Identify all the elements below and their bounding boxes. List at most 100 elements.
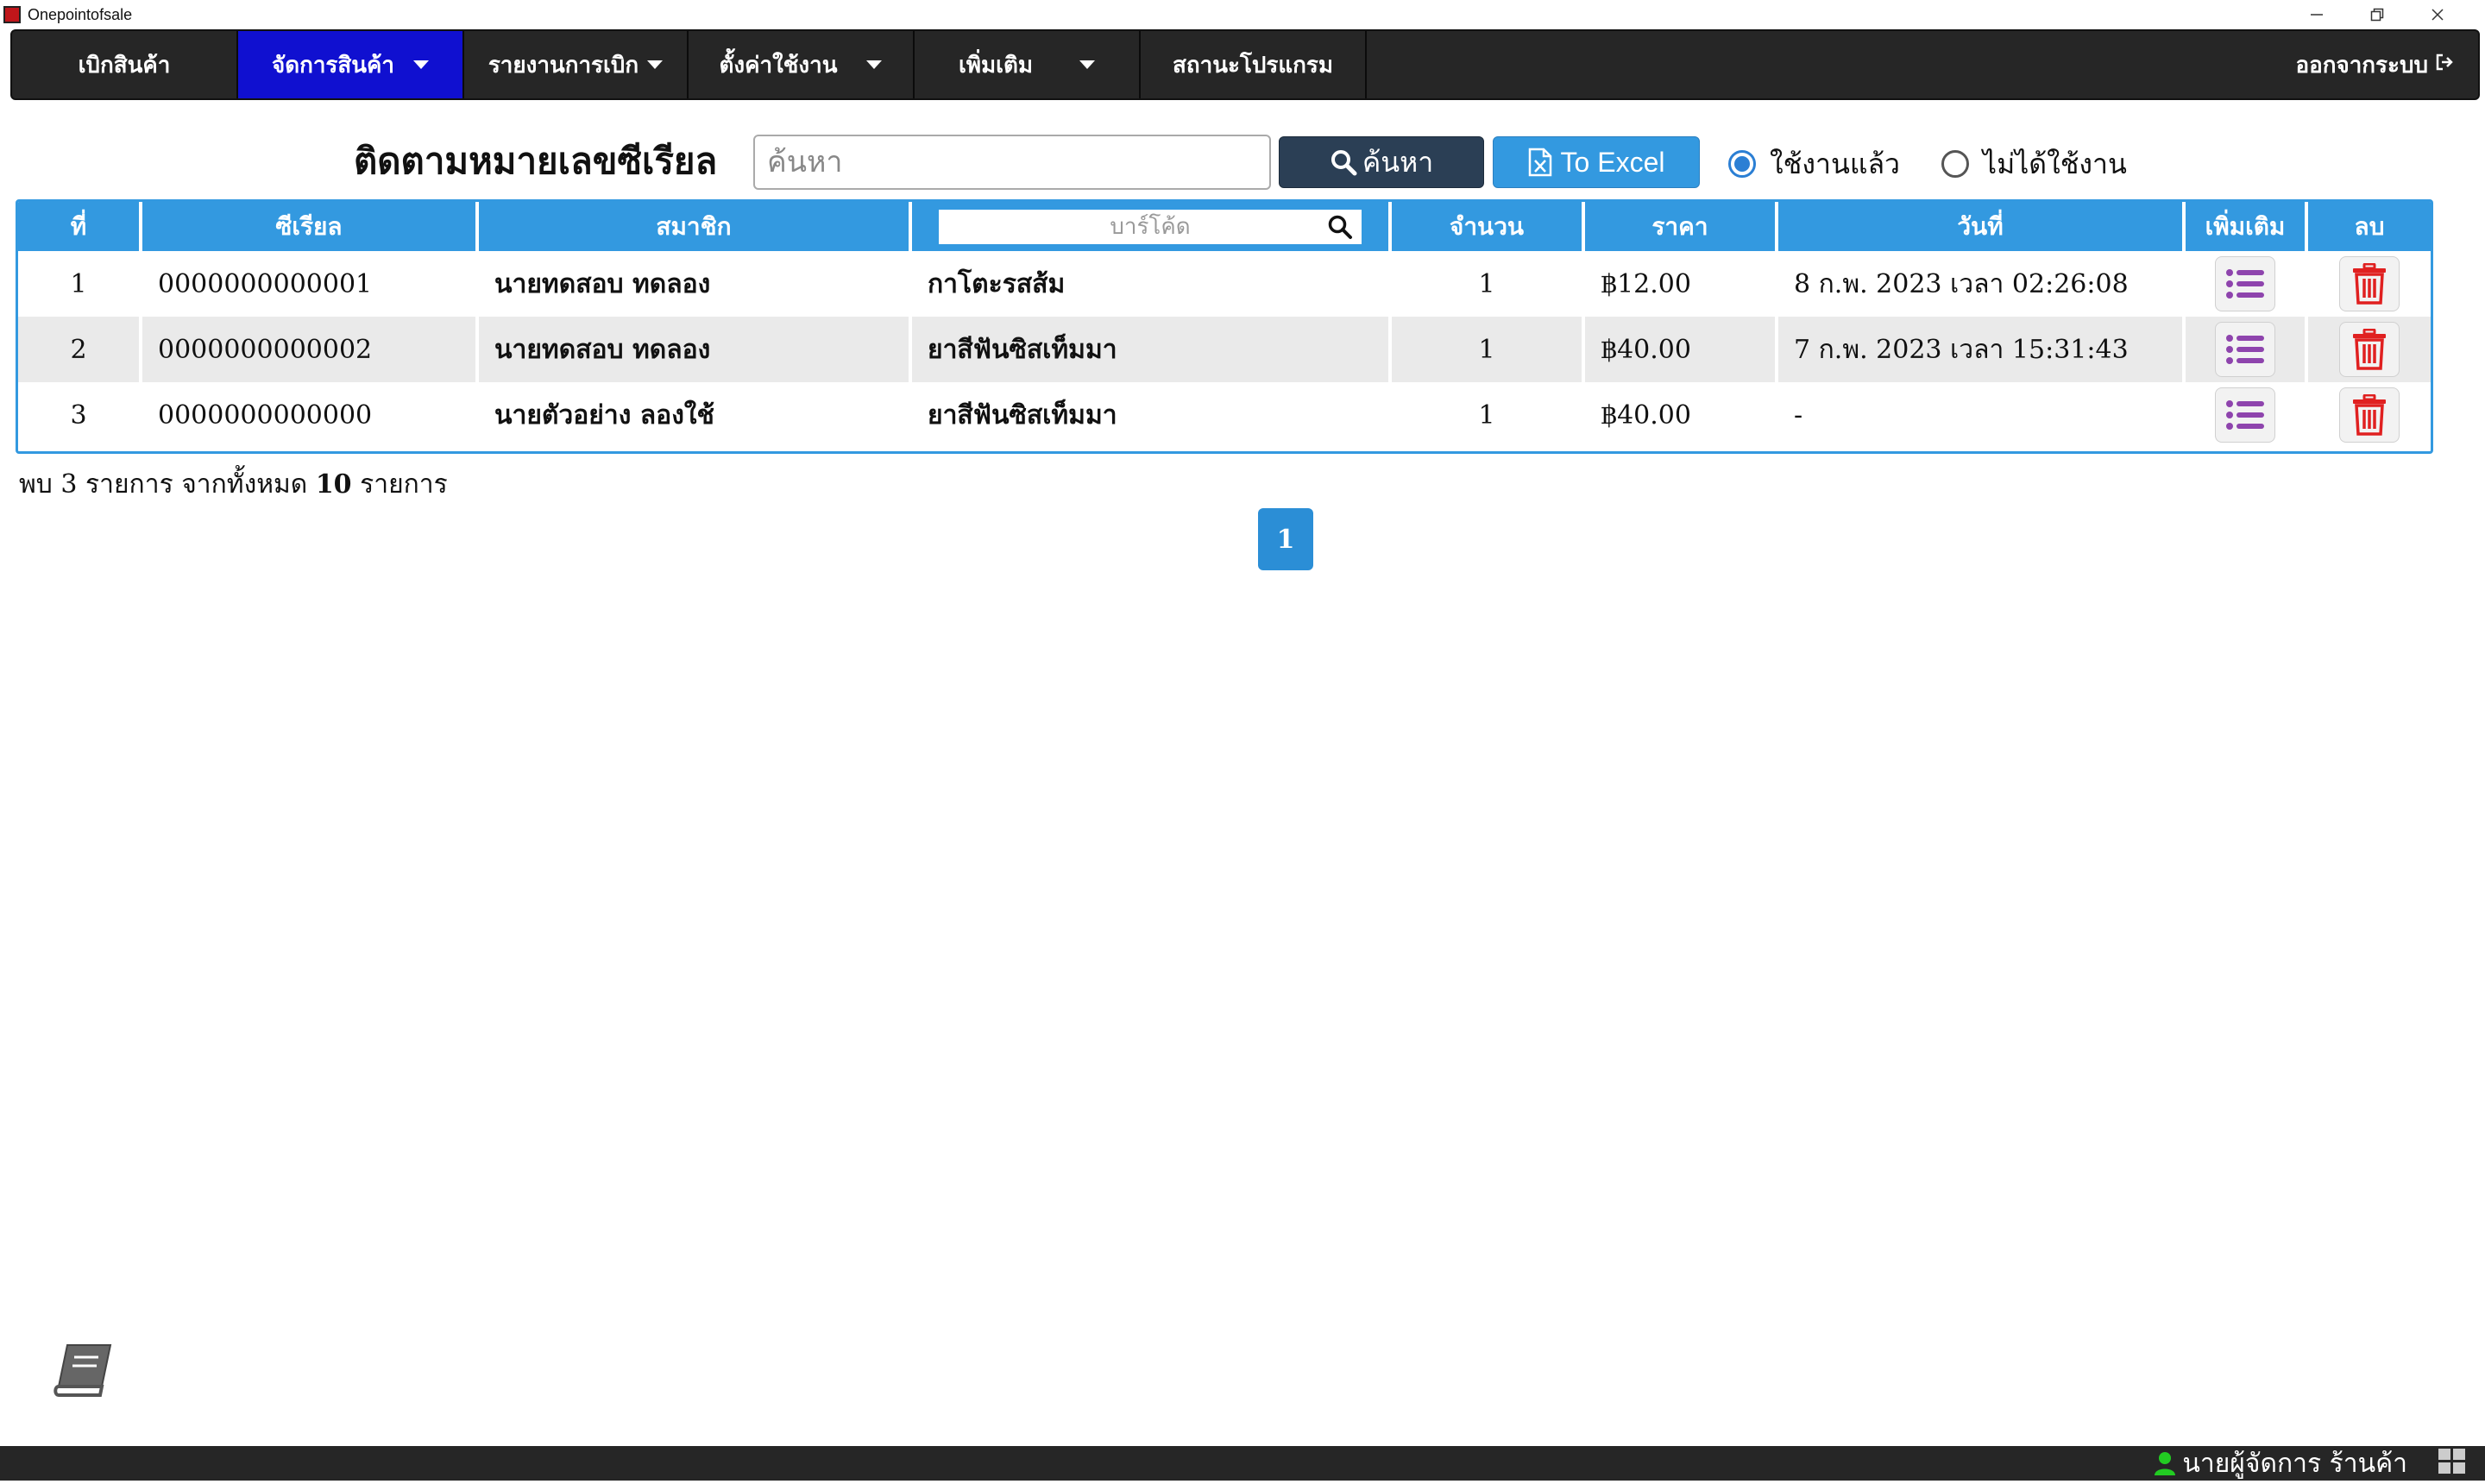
cell-member: นายตัวอย่าง ลองใช้ bbox=[477, 382, 912, 448]
delete-button[interactable] bbox=[2339, 322, 2400, 377]
search-button[interactable]: ค้นหา bbox=[1279, 136, 1484, 188]
cell-more bbox=[2184, 382, 2308, 448]
cell-serial: 0000000000001 bbox=[141, 251, 479, 317]
cell-qty: 1 bbox=[1390, 251, 1585, 317]
header-price: ราคา bbox=[1583, 202, 1778, 251]
trash-icon bbox=[2353, 394, 2386, 436]
app-logo-icon bbox=[3, 6, 21, 23]
table-row: 2 0000000000002 นายทดสอบ ทดลอง ยาสีฟันซิ… bbox=[18, 317, 2431, 382]
minimize-icon[interactable] bbox=[2287, 0, 2347, 29]
logout-icon bbox=[2435, 53, 2454, 77]
caret-down-icon bbox=[647, 60, 664, 69]
nav-item-settings[interactable]: ตั้งค่าใช้งาน bbox=[689, 31, 915, 98]
caret-down-icon bbox=[866, 60, 883, 69]
main-navbar: เบิกสินค้า จัดการสินค้า รายงานการเบิก ตั… bbox=[10, 29, 2480, 100]
page-button-current[interactable]: 1 bbox=[1258, 508, 1313, 570]
nav-item-manage-products[interactable]: จัดการสินค้า bbox=[238, 31, 464, 98]
nav-item-label: จัดการสินค้า bbox=[271, 52, 395, 79]
result-summary: พบ 3 รายการ จากทั้งหมด 10 รายการ bbox=[19, 464, 448, 505]
nav-item-label: สถานะโปรแกรม bbox=[1173, 52, 1333, 79]
cell-delete bbox=[2306, 382, 2431, 448]
header-serial: ซีเรียล bbox=[141, 202, 479, 251]
summary-middle: รายการ จากทั้งหมด bbox=[85, 469, 308, 500]
excel-file-icon bbox=[1528, 148, 1552, 177]
cell-qty: 1 bbox=[1390, 317, 1585, 382]
radio-unused-label: ไม่ได้ใช้งาน bbox=[1983, 147, 2127, 180]
export-excel-button[interactable]: To Excel bbox=[1493, 136, 1700, 188]
header-barcode: บาร์โค้ด bbox=[910, 202, 1392, 251]
cell-date: - bbox=[1777, 382, 2186, 448]
summary-found-count: 3 bbox=[60, 469, 78, 500]
logout-label: ออกจากระบบ bbox=[2295, 52, 2429, 79]
window-titlebar: Onepointofsale bbox=[0, 0, 2485, 29]
status-bar: นายผู้จัดการ ร้านค้า bbox=[0, 1446, 2485, 1481]
more-button[interactable] bbox=[2215, 256, 2275, 311]
export-excel-label: To Excel bbox=[1560, 146, 1665, 178]
cell-serial: 0000000000000 bbox=[141, 382, 479, 448]
cell-product: ยาสีฟันซิสเท็มมา bbox=[910, 382, 1392, 448]
trash-icon bbox=[2353, 329, 2386, 370]
cell-more bbox=[2184, 251, 2308, 317]
window-title: Onepointofsale bbox=[28, 5, 133, 23]
nav-item-program-status[interactable]: สถานะโปรแกรม bbox=[1141, 31, 1367, 98]
cell-no: 3 bbox=[18, 382, 142, 448]
delete-button[interactable] bbox=[2339, 256, 2400, 311]
radio-checked-icon[interactable] bbox=[1728, 150, 1756, 178]
header-date: วันที่ bbox=[1777, 202, 2186, 251]
manual-book-icon[interactable] bbox=[53, 1342, 114, 1402]
cell-more bbox=[2184, 317, 2308, 382]
nav-item-label: เพิ่มเติม bbox=[958, 52, 1034, 79]
cell-delete bbox=[2306, 251, 2431, 317]
radio-unused[interactable]: ไม่ได้ใช้งาน bbox=[1941, 138, 2127, 190]
more-button[interactable] bbox=[2215, 322, 2275, 377]
search-icon bbox=[1327, 214, 1353, 246]
trash-icon bbox=[2353, 263, 2386, 305]
nav-item-withdraw[interactable]: เบิกสินค้า bbox=[12, 31, 238, 98]
more-button[interactable] bbox=[2215, 387, 2275, 443]
nav-item-label: เบิกสินค้า bbox=[78, 52, 171, 79]
radio-used[interactable]: ใช้งานแล้ว bbox=[1728, 138, 1900, 190]
serial-table: ที่ ซีเรียล สมาชิก บาร์โค้ด จำนวน ราคา ว… bbox=[16, 199, 2433, 454]
cell-member: นายทดสอบ ทดลอง bbox=[477, 251, 912, 317]
header-delete: ลบ bbox=[2306, 202, 2431, 251]
cell-price: ฿40.00 bbox=[1583, 317, 1778, 382]
window-controls bbox=[2287, 0, 2468, 29]
header-no: ที่ bbox=[18, 202, 142, 251]
nav-item-more[interactable]: เพิ่มเติม bbox=[915, 31, 1141, 98]
nav-item-label: ตั้งค่าใช้งาน bbox=[719, 52, 838, 79]
cell-price: ฿12.00 bbox=[1583, 251, 1778, 317]
table-row: 1 0000000000001 นายทดสอบ ทดลอง กาโตะรสส้… bbox=[18, 251, 2431, 317]
cell-price: ฿40.00 bbox=[1583, 382, 1778, 448]
logout-button[interactable]: ออกจากระบบ bbox=[2296, 31, 2455, 98]
table-header-row: ที่ ซีเรียล สมาชิก บาร์โค้ด จำนวน ราคา ว… bbox=[18, 202, 2431, 251]
cell-product: ยาสีฟันซิสเท็มมา bbox=[910, 317, 1392, 382]
cell-product: กาโตะรสส้ม bbox=[910, 251, 1392, 317]
list-icon bbox=[2226, 400, 2264, 430]
caret-down-icon bbox=[413, 60, 430, 69]
radio-unchecked-icon[interactable] bbox=[1941, 150, 1969, 178]
page-title: ติดตามหมายเลขซีเรียล bbox=[354, 140, 718, 182]
cell-no: 2 bbox=[18, 317, 142, 382]
search-icon bbox=[1330, 148, 1357, 176]
restore-icon[interactable] bbox=[2347, 0, 2407, 29]
nav-item-withdraw-report[interactable]: รายงานการเบิก bbox=[464, 31, 689, 98]
list-icon bbox=[2226, 335, 2264, 364]
search-input[interactable] bbox=[753, 135, 1271, 190]
radio-used-label: ใช้งานแล้ว bbox=[1770, 147, 1901, 180]
grid-menu-icon[interactable] bbox=[2438, 1449, 2466, 1478]
header-member: สมาชิก bbox=[477, 202, 912, 251]
current-user[interactable]: นายผู้จัดการ ร้านค้า bbox=[2155, 1443, 2407, 1484]
summary-prefix: พบ bbox=[19, 469, 53, 500]
user-icon bbox=[2155, 1451, 2176, 1475]
current-user-name: นายผู้จัดการ ร้านค้า bbox=[2182, 1448, 2407, 1479]
caret-down-icon bbox=[1079, 60, 1096, 69]
cell-no: 1 bbox=[18, 251, 142, 317]
header-more: เพิ่มเติม bbox=[2184, 202, 2308, 251]
barcode-filter-input[interactable]: บาร์โค้ด bbox=[939, 209, 1362, 246]
barcode-filter-placeholder: บาร์โค้ด bbox=[1110, 214, 1191, 240]
cell-date: 8 ก.พ. 2023 เวลา 02:26:08 bbox=[1777, 251, 2186, 317]
close-icon[interactable] bbox=[2407, 0, 2468, 29]
cell-serial: 0000000000002 bbox=[141, 317, 479, 382]
delete-button[interactable] bbox=[2339, 387, 2400, 443]
cell-date: 7 ก.พ. 2023 เวลา 15:31:43 bbox=[1777, 317, 2186, 382]
